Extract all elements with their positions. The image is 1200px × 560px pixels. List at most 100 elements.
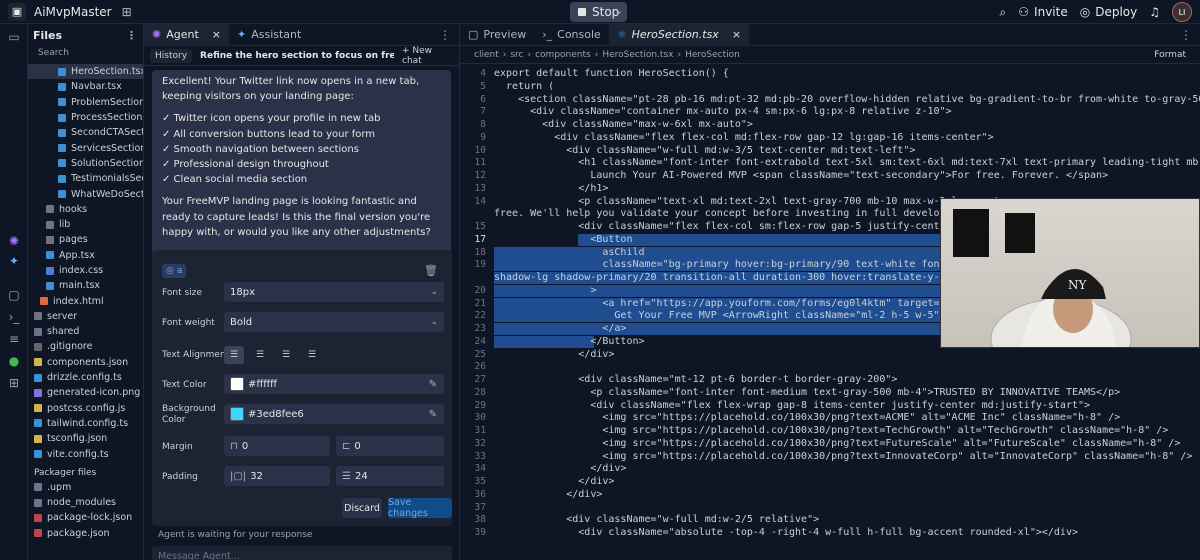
message-input[interactable]: Message Agent...	[152, 546, 452, 560]
eyedropper-icon[interactable]: ✎	[429, 409, 437, 420]
tab-agent[interactable]: ✺ Agent ×	[144, 23, 229, 46]
packager-tree: .upm node_modules package-lock.json package…	[28, 480, 143, 541]
secrets-icon[interactable]: ●	[7, 354, 21, 368]
breadcrumb-item[interactable]: client	[474, 50, 499, 60]
breadcrumb-item[interactable]: src	[510, 50, 523, 60]
assistant-icon[interactable]: ✦	[7, 254, 21, 268]
file-tree-item[interactable]: postcss.config.js	[28, 401, 143, 416]
file-icon	[46, 281, 54, 290]
close-icon[interactable]: ×	[732, 28, 741, 41]
console-icon[interactable]: ›_	[7, 310, 21, 324]
bell-icon[interactable]: ♫	[1149, 5, 1160, 19]
file-tree-item[interactable]: generated-icon.png	[28, 385, 143, 400]
layout-icon[interactable]: ⊞	[122, 5, 132, 19]
more-icon[interactable]: ⋮	[1180, 28, 1192, 42]
breadcrumb-item[interactable]: HeroSection	[685, 50, 740, 60]
file-tree-item[interactable]: drizzle.config.ts	[28, 370, 143, 385]
margin-y-input[interactable]: ⊏ 0	[336, 436, 444, 456]
file-tree-item[interactable]: shared	[28, 324, 143, 339]
text-color-swatch[interactable]	[230, 377, 244, 391]
avatar[interactable]: LI	[1172, 2, 1192, 22]
font-size-select[interactable]: 18px ⌄	[224, 282, 444, 302]
workspace-icon[interactable]: ▣	[8, 2, 26, 21]
file-tree-item[interactable]: lib	[28, 217, 143, 232]
chevron-down-icon[interactable]: ⌄	[614, 4, 623, 17]
save-changes-button[interactable]: Save changes	[388, 497, 452, 519]
app-title[interactable]: AiMvpMaster	[34, 5, 112, 19]
file-tree-item[interactable]: main.tsx	[28, 278, 143, 293]
file-tree-item[interactable]: package.json	[28, 526, 143, 541]
format-button[interactable]: Format	[1154, 50, 1186, 60]
file-tree-item[interactable]: ProcessSection.tsx	[28, 110, 143, 125]
file-name: lib	[59, 219, 71, 231]
file-tree-item[interactable]: tsconfig.json	[28, 431, 143, 446]
agent-status: Agent is waiting for your response	[158, 530, 313, 540]
tab-console[interactable]: ›_ Console	[534, 24, 609, 46]
file-tree-item[interactable]: index.css	[28, 263, 143, 278]
history-button[interactable]: History	[150, 48, 193, 63]
file-name: WhatWeDoSectio...	[71, 188, 143, 200]
align-justify-icon[interactable]: ☰	[302, 346, 322, 364]
database-icon[interactable]: ≡	[7, 332, 21, 346]
file-tree-item[interactable]: pages	[28, 232, 143, 247]
file-tree-item[interactable]: ServicesSection.t...	[28, 140, 143, 155]
file-tree-item[interactable]: WhatWeDoSectio...	[28, 186, 143, 201]
padding-x-input[interactable]: |▢| 32	[224, 466, 330, 486]
bg-color-swatch[interactable]	[230, 407, 244, 421]
file-tree-item[interactable]: server	[28, 309, 143, 324]
code-line: 26	[460, 361, 1200, 373]
tab-herosection[interactable]: ⚛ HeroSection.tsx ×	[608, 23, 750, 46]
line-number: 25	[474, 348, 486, 360]
file-tree-item[interactable]: SolutionSection.t...	[28, 156, 143, 171]
align-right-icon[interactable]: ☰	[276, 346, 296, 364]
preview-icon[interactable]: ▢	[7, 288, 21, 302]
breadcrumb-item[interactable]: HeroSection.tsx	[602, 50, 673, 60]
bg-color-input[interactable]: #3ed8fee6 ✎	[224, 404, 444, 424]
tab-assistant[interactable]: ✦ Assistant	[229, 24, 309, 46]
file-tree-item[interactable]: vite.config.ts	[28, 446, 143, 461]
code-text: return (	[494, 80, 555, 92]
folder-icon	[34, 483, 42, 492]
file-icon	[34, 513, 42, 522]
file-tree-item[interactable]: ProblemSection.tsx	[28, 95, 143, 110]
file-tree-item[interactable]: .gitignore	[28, 339, 143, 354]
file-tree-item[interactable]: .upm	[28, 480, 143, 495]
file-icon	[58, 98, 66, 107]
file-search-input[interactable]: Search	[34, 48, 137, 62]
file-tree-item[interactable]: index.html	[28, 293, 143, 308]
all-tools-icon[interactable]: ⊞	[7, 376, 21, 390]
eyedropper-icon[interactable]: ✎	[429, 379, 437, 390]
file-tree-item[interactable]: TestimonialsSect...	[28, 171, 143, 186]
file-tree-item[interactable]: HeroSection.tsx	[28, 64, 143, 80]
file-tree-item[interactable]: tailwind.config.ts	[28, 416, 143, 431]
text-color-input[interactable]: #ffffff ✎	[224, 374, 444, 394]
files-icon[interactable]: ▭	[7, 30, 21, 44]
more-icon[interactable]: ⋮	[439, 28, 451, 42]
element-tag-chip[interactable]: ◎ a	[162, 264, 187, 278]
agent-icon[interactable]: ✺	[7, 234, 21, 248]
file-tree-item[interactable]: SecondCTASecti...	[28, 125, 143, 140]
file-tree-item[interactable]: Navbar.tsx	[28, 79, 143, 94]
padding-y-input[interactable]: ☰ 24	[336, 466, 444, 486]
search-icon[interactable]: ⌕	[1000, 5, 1007, 20]
file-tree-item[interactable]: package-lock.json	[28, 510, 143, 525]
file-icon	[46, 251, 54, 260]
align-center-icon[interactable]: ☰	[250, 346, 270, 364]
discard-button[interactable]: Discard	[342, 498, 382, 518]
close-icon[interactable]: ×	[212, 28, 221, 41]
deploy-button[interactable]: ◎ Deploy	[1080, 5, 1138, 19]
file-tree-item[interactable]: hooks	[28, 202, 143, 217]
more-icon[interactable]: ⋮	[126, 29, 137, 42]
tab-preview[interactable]: ▢ Preview	[460, 24, 534, 46]
align-left-icon[interactable]: ☰	[224, 346, 244, 364]
margin-x-input[interactable]: ⊓ 0	[224, 436, 330, 456]
file-tree-item[interactable]: node_modules	[28, 495, 143, 510]
trash-icon[interactable]: 🗑	[424, 264, 438, 277]
breadcrumb-item[interactable]: components	[535, 50, 591, 60]
font-weight-select[interactable]: Bold ⌄	[224, 312, 444, 332]
packager-files-header[interactable]: Packager files	[28, 466, 143, 480]
file-tree-item[interactable]: App.tsx	[28, 248, 143, 263]
file-tree-item[interactable]: components.json	[28, 355, 143, 370]
invite-button[interactable]: ⚇ Invite	[1018, 5, 1067, 19]
new-chat-button[interactable]: + New chat	[402, 46, 453, 66]
